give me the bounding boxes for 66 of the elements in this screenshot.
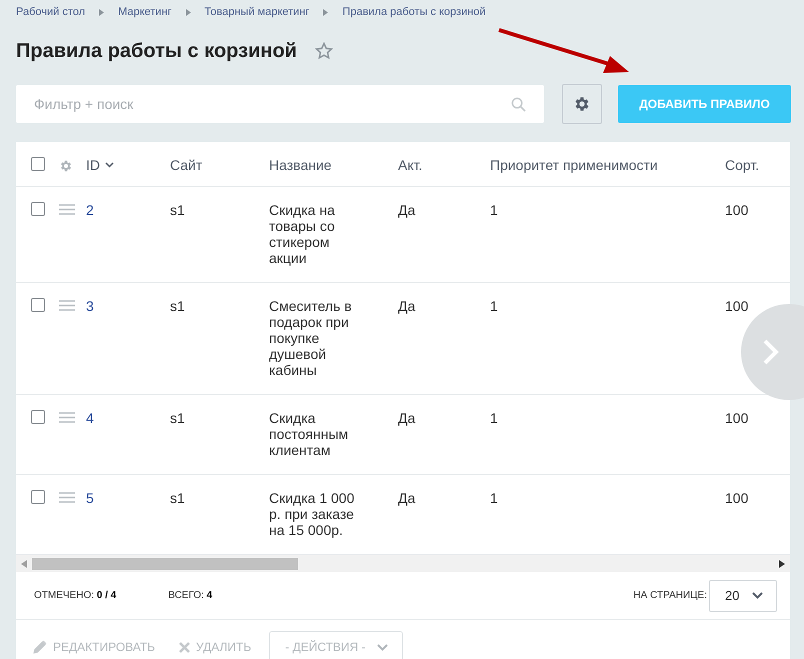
star-icon[interactable] xyxy=(314,42,333,60)
breadcrumb-link[interactable]: Маркетинг xyxy=(118,6,172,18)
checkbox[interactable] xyxy=(31,157,45,171)
drag-handle-icon[interactable] xyxy=(59,204,75,215)
chevron-icon xyxy=(323,8,328,16)
column-header[interactable]: Акт. xyxy=(398,157,422,173)
table-cell: 1 xyxy=(490,298,498,314)
total-count: ВСЕГО: 4 xyxy=(168,590,212,601)
close-icon xyxy=(179,642,190,652)
table-cell: 100 xyxy=(725,298,748,314)
settings-button[interactable] xyxy=(562,84,602,124)
table-cell: s1 xyxy=(170,490,185,506)
breadcrumb-link[interactable]: Рабочий стол xyxy=(16,6,86,18)
checkbox[interactable] xyxy=(31,202,45,216)
pencil-icon xyxy=(33,640,47,654)
table-cell: Да xyxy=(398,490,416,506)
drag-handle-icon[interactable] xyxy=(59,300,75,311)
table-cell: s1 xyxy=(170,410,185,426)
scroll-left-icon[interactable] xyxy=(21,560,27,568)
chevron-icon xyxy=(99,8,104,16)
table-cell: s1 xyxy=(170,202,185,218)
table-cell: 100 xyxy=(725,410,748,426)
table-cell-text: Смеситель в подарок при покупке душевой кабины xyxy=(269,298,353,378)
id-link[interactable]: 4 xyxy=(86,410,94,426)
table-cell: Да xyxy=(398,202,416,218)
drag-handle-icon[interactable] xyxy=(59,412,75,423)
column-header[interactable]: Сорт. xyxy=(725,157,760,173)
id-link[interactable]: 5 xyxy=(86,490,94,506)
breadcrumb-link[interactable]: Правила работы с корзиной xyxy=(342,6,486,18)
column-header[interactable]: Сайт xyxy=(170,157,202,173)
table-cell-text: Скидка постоянным клиентам xyxy=(269,410,350,458)
column-header[interactable]: Название xyxy=(269,157,332,173)
chevron-right-icon xyxy=(763,339,779,365)
checkbox[interactable] xyxy=(31,410,45,424)
per-page-label: НА СТРАНИЦЕ: xyxy=(633,590,707,601)
column-header[interactable]: Приоритет применимости xyxy=(490,157,658,173)
chevron-down-icon xyxy=(752,592,763,599)
per-page-select[interactable]: 20 xyxy=(709,580,777,612)
table-cell: Да xyxy=(398,298,416,314)
search-icon xyxy=(511,97,526,112)
table-cell: s1 xyxy=(170,298,185,314)
settings-icon xyxy=(573,95,591,113)
drag-handle-icon[interactable] xyxy=(59,492,75,503)
column-header[interactable]: ID xyxy=(86,157,100,173)
table-cell: 1 xyxy=(490,202,498,218)
chevron-down-icon xyxy=(377,644,388,650)
checkbox[interactable] xyxy=(31,298,45,312)
settings-icon[interactable] xyxy=(59,159,73,173)
checkbox[interactable] xyxy=(31,490,45,504)
id-link[interactable]: 2 xyxy=(86,202,94,218)
table-cell-text: Скидка на товары со стикером акции xyxy=(269,202,336,266)
table-cell: 100 xyxy=(725,490,748,506)
table-cell: Да xyxy=(398,410,416,426)
horizontal-scrollbar[interactable] xyxy=(16,555,790,572)
table-cell: 100 xyxy=(725,202,748,218)
table-cell: 1 xyxy=(490,490,498,506)
table-cell-text: Скидка 1 000 р. при заказе на 15 000р. xyxy=(269,490,356,538)
selected-count: ОТМЕЧЕНО: 0 / 4 xyxy=(34,590,116,601)
chevron-icon xyxy=(186,8,191,16)
chevron-down-icon xyxy=(105,162,114,168)
search-field[interactable]: Фильтр + поиск xyxy=(16,85,544,123)
id-link[interactable]: 3 xyxy=(86,298,94,314)
breadcrumb-link[interactable]: Товарный маркетинг xyxy=(204,6,310,18)
page-title: Правила работы с корзиной xyxy=(16,40,297,62)
scroll-right-icon[interactable] xyxy=(779,560,785,568)
table-cell: 1 xyxy=(490,410,498,426)
